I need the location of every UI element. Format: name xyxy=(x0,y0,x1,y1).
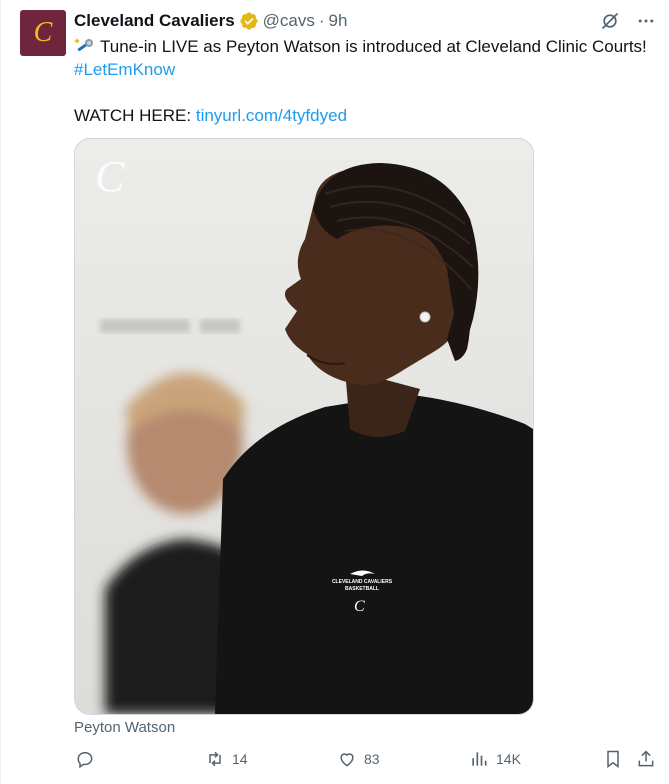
watch-link[interactable]: tinyurl.com/4tyfdyed xyxy=(196,106,347,125)
watch-label: WATCH HERE: xyxy=(74,106,192,125)
like-icon xyxy=(336,748,358,770)
share-icon xyxy=(635,748,657,770)
action-bar: 14 83 14K xyxy=(74,748,659,774)
reply-button[interactable] xyxy=(74,748,96,770)
left-divider xyxy=(0,0,1,784)
avatar[interactable]: C xyxy=(20,10,66,56)
views-icon xyxy=(468,748,490,770)
verified-badge-icon xyxy=(239,11,259,31)
microphone-icon xyxy=(74,37,96,55)
share-button[interactable] xyxy=(635,748,657,770)
shirt-text-1: CLEVELAND CAVALIERS xyxy=(332,579,393,585)
reply-icon xyxy=(74,748,96,770)
more-icon[interactable] xyxy=(635,10,657,32)
tweet-line-3: WATCH HERE: tinyurl.com/4tyfdyed xyxy=(74,104,664,127)
tweet-header: Cleveland Cavaliers @cavs · 9h xyxy=(74,10,347,32)
retweet-button[interactable]: 14 xyxy=(204,748,248,770)
grok-icon[interactable] xyxy=(599,10,621,32)
tweet-text: Tune-in LIVE as Peyton Watson is introdu… xyxy=(74,35,664,127)
top-actions xyxy=(599,10,657,32)
like-count: 83 xyxy=(364,751,380,767)
hashtag-link[interactable]: #LetEmKnow xyxy=(74,58,664,81)
bookmark-button[interactable] xyxy=(602,748,624,770)
separator: · xyxy=(318,11,325,30)
retweet-icon xyxy=(204,748,226,770)
bookmark-icon xyxy=(602,748,624,770)
svg-text:C: C xyxy=(354,598,365,615)
media-caption: Peyton Watson xyxy=(74,719,176,736)
view-count: 14K xyxy=(496,751,521,767)
tweet-line-1: Tune-in LIVE as Peyton Watson is introdu… xyxy=(74,35,664,58)
media-photo[interactable]: C CLEVELAND CAVALIERS BASKETBALL C xyxy=(74,138,534,715)
tweet-line-1-text: Tune-in LIVE as Peyton Watson is introdu… xyxy=(100,37,647,56)
timestamp[interactable]: 9h xyxy=(329,11,348,31)
shirt-text-2: BASKETBALL xyxy=(345,586,379,592)
display-name[interactable]: Cleveland Cavaliers xyxy=(74,11,235,31)
like-button[interactable]: 83 xyxy=(336,748,380,770)
views-button[interactable]: 14K xyxy=(468,748,521,770)
svg-text:C: C xyxy=(95,152,125,201)
handle[interactable]: @cavs xyxy=(263,11,315,31)
retweet-count: 14 xyxy=(232,751,248,767)
avatar-logo: C xyxy=(33,17,53,48)
